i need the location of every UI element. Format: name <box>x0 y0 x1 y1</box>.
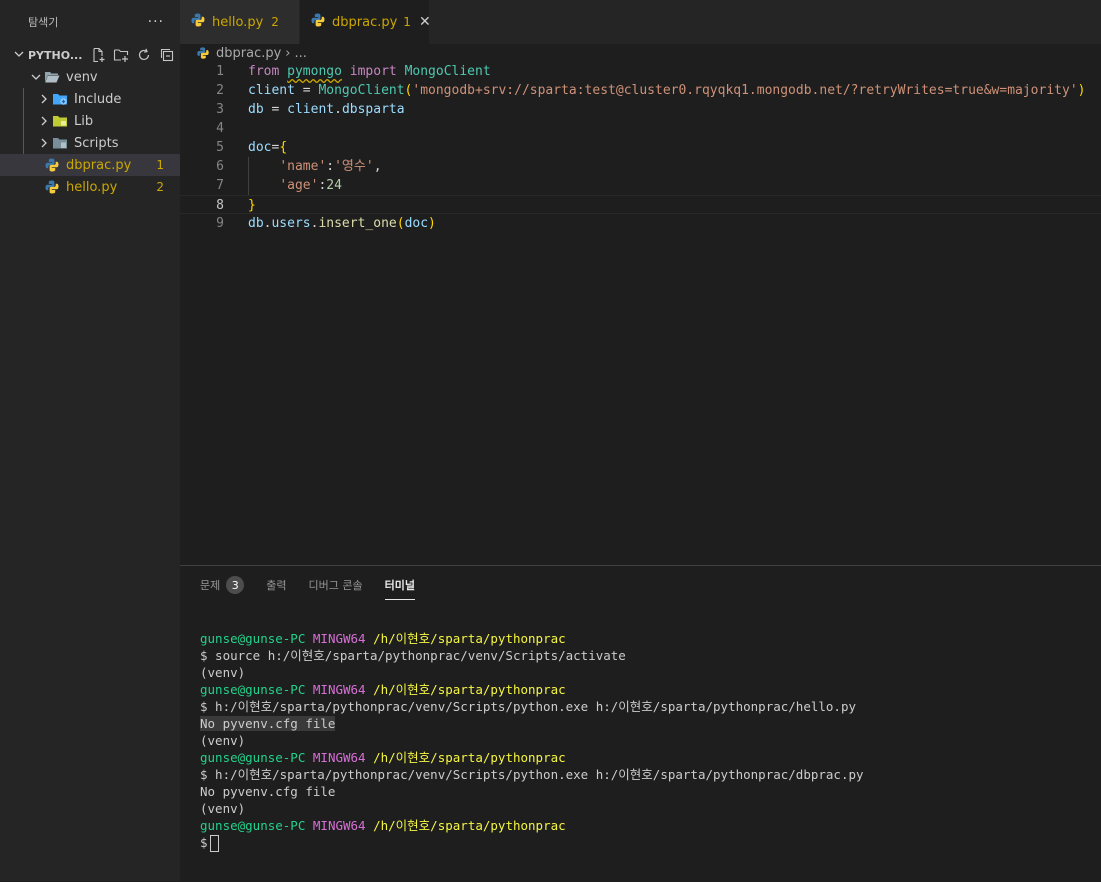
tab-problem-count: 2 <box>271 15 279 29</box>
panel-tabs: 문제 3 출력 디버그 콘솔 터미널 <box>180 566 1101 604</box>
tab-label: dbprac.py <box>332 14 398 30</box>
breadcrumb-file[interactable]: dbprac.py <box>216 46 281 61</box>
line-number: 7 <box>216 178 224 193</box>
line-number: 6 <box>216 159 224 174</box>
tab-terminal[interactable]: 터미널 <box>384 570 415 600</box>
tree-item-include[interactable]: Include <box>0 88 180 110</box>
problem-count-badge: 1 <box>156 158 164 172</box>
tree-item-label: dbprac.py <box>66 157 132 173</box>
code-line[interactable]: 5 doc={ <box>180 138 1101 157</box>
code-line[interactable]: 4 <box>180 119 1101 138</box>
tree-item-lib[interactable]: Lib <box>0 110 180 132</box>
tab-problems[interactable]: 문제 3 <box>200 570 245 600</box>
chevron-down-icon <box>14 49 28 62</box>
python-file-icon <box>44 157 60 173</box>
tab-hello[interactable]: hello.py 2 <box>180 0 300 44</box>
tree-item-label: Include <box>74 91 122 107</box>
chevron-right-icon <box>36 138 52 148</box>
tab-debug-console[interactable]: 디버그 콘솔 <box>309 570 363 600</box>
folder-open-icon <box>44 69 60 85</box>
project-name: PYTHO... <box>28 48 83 62</box>
chevron-right-icon <box>36 116 52 126</box>
problem-count-badge: 2 <box>156 180 164 194</box>
collapse-all-icon[interactable] <box>159 47 175 63</box>
tree-item-hello[interactable]: hello.py 2 <box>0 176 180 198</box>
python-file-icon <box>310 12 326 32</box>
new-folder-icon[interactable] <box>113 47 129 63</box>
refresh-icon[interactable] <box>136 47 152 63</box>
terminal-output-line: No pyvenv.cfg file <box>200 716 336 731</box>
python-file-icon <box>196 46 210 60</box>
terminal-output-line: No pyvenv.cfg file <box>200 784 336 799</box>
line-number: 2 <box>216 83 224 98</box>
terminal-output-line: (venv) <box>200 801 246 816</box>
terminal-prompt-line: gunse@gunse-PC MINGW64 /h/이현호/sparta/pyt… <box>200 631 566 646</box>
tab-label: 터미널 <box>384 578 415 592</box>
tab-output[interactable]: 출력 <box>266 570 286 600</box>
terminal-prompt-line: gunse@gunse-PC MINGW64 /h/이현호/sparta/pyt… <box>200 682 566 697</box>
terminal-output-line: (venv) <box>200 665 246 680</box>
problems-count-badge: 3 <box>226 576 245 594</box>
code-line[interactable]: 9 db.users.insert_one(doc) <box>180 214 1101 233</box>
terminal-command: $ h:/이현호/sparta/pythonprac/venv/Scripts/… <box>200 767 864 782</box>
folder-scripts-icon <box>52 135 68 151</box>
terminal-prompt-line: gunse@gunse-PC MINGW64 /h/이현호/sparta/pyt… <box>200 750 566 765</box>
chevron-right-icon <box>36 94 52 104</box>
tree-item-label: hello.py <box>66 179 118 195</box>
new-file-icon[interactable] <box>90 47 106 63</box>
tab-dbprac[interactable]: dbprac.py 1 ✕ <box>300 0 431 44</box>
line-number: 5 <box>216 140 224 155</box>
editor-tab-bar: hello.py 2 dbprac.py 1 ✕ <box>180 0 1101 44</box>
line-number: 8 <box>216 198 224 213</box>
terminal-input-line[interactable]: $ <box>200 834 864 852</box>
terminal-command: $ source h:/이현호/sparta/pythonprac/venv/S… <box>200 648 626 663</box>
chevron-down-icon <box>28 72 44 82</box>
terminal-output-line: (venv) <box>200 733 246 748</box>
tab-label: 문제 <box>200 579 221 592</box>
tree-item-label: venv <box>66 69 98 85</box>
tab-problem-count: 1 <box>403 15 411 29</box>
explorer-sidebar: 탐색기 ··· PYTHO... venv Include Lib Script… <box>0 0 180 881</box>
tree-item-label: Lib <box>74 113 94 129</box>
more-actions-icon[interactable]: ··· <box>148 14 164 30</box>
line-number: 3 <box>216 102 224 117</box>
breadcrumb-separator: › <box>285 45 291 61</box>
code-line[interactable]: 2 client = MongoClient('mongodb+srv://spa… <box>180 81 1101 100</box>
line-number: 4 <box>216 121 224 136</box>
tree-item-dbprac[interactable]: dbprac.py 1 <box>0 154 180 176</box>
terminal-prompt-line: gunse@gunse-PC MINGW64 /h/이현호/sparta/pyt… <box>200 818 566 833</box>
code-line-current[interactable]: 8} <box>180 195 1101 214</box>
tab-label: hello.py <box>212 14 264 30</box>
tree-item-venv[interactable]: venv <box>0 66 180 88</box>
tree-item-scripts[interactable]: Scripts <box>0 132 180 154</box>
terminal-cursor <box>209 835 219 852</box>
terminal-command: $ h:/이현호/sparta/pythonprac/venv/Scripts/… <box>200 699 856 714</box>
code-editor[interactable]: 1 from pymongo import MongoClient 2 client… <box>180 62 1101 562</box>
tree-item-label: Scripts <box>74 135 119 151</box>
breadcrumb: dbprac.py › ... <box>180 44 1101 62</box>
breadcrumb-symbols[interactable]: ... <box>295 46 307 61</box>
explorer-title-bar: 탐색기 ··· <box>0 0 180 44</box>
tab-label: 디버그 콘솔 <box>308 579 363 592</box>
folder-lib-icon <box>52 113 68 129</box>
python-file-icon <box>44 179 60 195</box>
bottom-panel: 문제 3 출력 디버그 콘솔 터미널 gunse@gunse-PC MINGW6… <box>180 565 1101 882</box>
code-line[interactable]: 6 'name':'영수', <box>180 157 1101 176</box>
line-number: 1 <box>216 64 224 79</box>
code-line[interactable]: 7 'age':24 <box>180 176 1101 195</box>
python-file-icon <box>190 12 206 32</box>
line-number: 9 <box>216 216 224 231</box>
terminal-output[interactable]: gunse@gunse-PC MINGW64 /h/이현호/sparta/pyt… <box>200 630 864 852</box>
folder-include-icon <box>52 91 68 107</box>
explorer-title: 탐색기 <box>28 16 59 29</box>
close-icon[interactable]: ✕ <box>419 14 431 30</box>
code-line[interactable]: 3 db = client.dbsparta <box>180 100 1101 119</box>
project-header[interactable]: PYTHO... <box>0 44 180 66</box>
code-line[interactable]: 1 from pymongo import MongoClient <box>180 62 1101 81</box>
tab-label: 출력 <box>266 579 287 592</box>
